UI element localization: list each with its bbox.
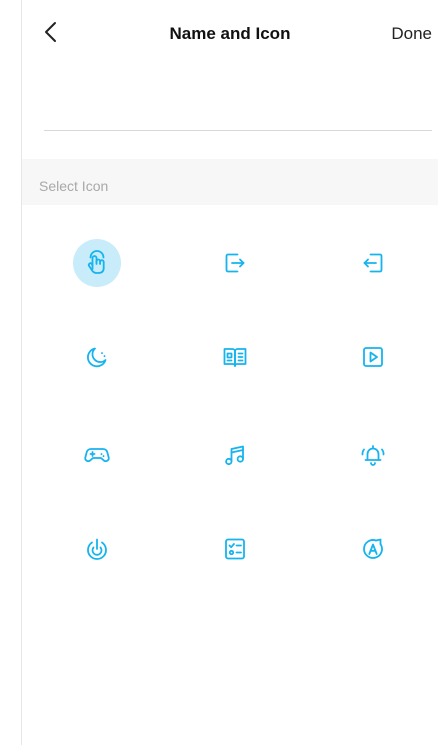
navigation-bar: Name and Icon Done (22, 0, 438, 64)
section-label: Select Icon (39, 178, 109, 194)
icon-option-power[interactable] (73, 525, 121, 573)
icon-option-bell-ringing[interactable] (349, 431, 397, 479)
icon-option-moon[interactable] (73, 333, 121, 381)
icon-option-auto-rotate[interactable] (349, 525, 397, 573)
icon-option-tap-hand[interactable] (73, 239, 121, 287)
login-icon (363, 253, 383, 273)
auto-rotate-icon (363, 538, 383, 559)
icon-option-gamepad[interactable] (73, 431, 121, 479)
moon-icon (87, 347, 107, 368)
gamepad-icon (84, 448, 110, 463)
music-note-icon (225, 445, 244, 466)
select-icon-section-header: Select Icon (22, 159, 438, 205)
page-title: Name and Icon (169, 24, 291, 43)
name-and-icon-screen: Name and Icon Done Select Icon (21, 0, 438, 745)
icon-option-play[interactable] (349, 333, 397, 381)
icon-option-login[interactable] (349, 239, 397, 287)
book-icon (223, 348, 247, 367)
name-input[interactable] (44, 86, 432, 131)
icon-option-book[interactable] (211, 333, 259, 381)
tap-hand-icon (87, 250, 105, 274)
icon-option-music-note[interactable] (211, 431, 259, 479)
play-icon (363, 347, 383, 367)
power-icon (87, 538, 107, 560)
icon-option-checklist[interactable] (211, 525, 259, 573)
icon-option-logout[interactable] (211, 239, 259, 287)
checklist-icon (225, 538, 245, 560)
bell-ringing-icon (361, 445, 385, 466)
logout-icon (225, 253, 245, 273)
done-button[interactable]: Done (391, 24, 432, 44)
